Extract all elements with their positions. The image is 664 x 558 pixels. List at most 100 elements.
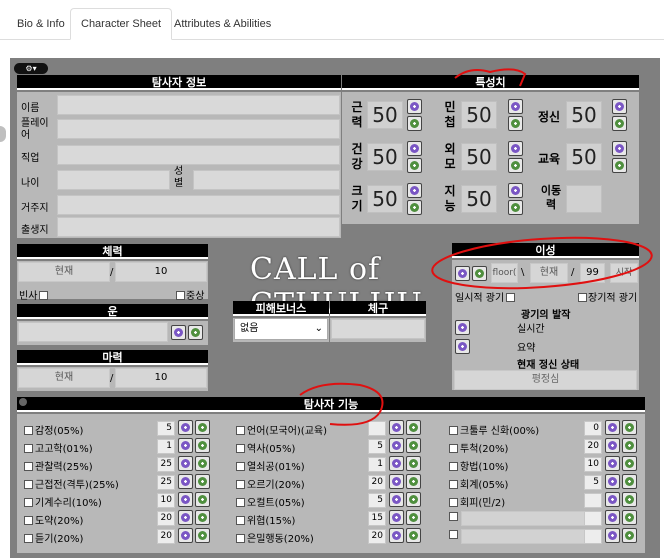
skill-checkbox[interactable]	[449, 480, 458, 489]
skill-value[interactable]	[584, 511, 602, 526]
roll-dice-icon[interactable]	[612, 158, 627, 173]
major-wound-checkbox[interactable]	[176, 291, 185, 300]
skill-checkbox[interactable]	[24, 426, 33, 435]
roll-dice-icon[interactable]	[605, 420, 620, 435]
skill-value[interactable]: 5	[368, 493, 386, 508]
indef-insanity-checkbox[interactable]	[578, 293, 587, 302]
tab-attributes-abilities[interactable]: Attributes & Abilities	[163, 8, 282, 40]
luck-field[interactable]	[18, 322, 168, 342]
skill-checkbox[interactable]	[449, 426, 458, 435]
roll-dice-icon[interactable]	[622, 456, 637, 471]
skill-checkbox[interactable]	[236, 480, 245, 489]
roll-dice-icon[interactable]	[407, 183, 422, 198]
tab-bio-info[interactable]: Bio & Info	[6, 8, 76, 40]
skill-value[interactable]	[368, 421, 386, 436]
skills-toggle-icon[interactable]	[19, 398, 27, 406]
roll-dice-icon[interactable]	[605, 528, 620, 543]
roll-dice-icon[interactable]	[195, 510, 210, 525]
roll-dice-icon[interactable]	[195, 438, 210, 453]
roll-dice-icon[interactable]	[508, 200, 523, 215]
edu-value[interactable]: 50	[566, 143, 602, 171]
skill-checkbox[interactable]	[236, 444, 245, 453]
skill-checkbox[interactable]	[236, 498, 245, 507]
roll-dice-icon[interactable]	[195, 474, 210, 489]
skill-checkbox[interactable]	[449, 530, 458, 539]
roll-dice-icon[interactable]	[178, 474, 193, 489]
skill-checkbox[interactable]	[236, 534, 245, 543]
custom-skill-field[interactable]	[461, 529, 586, 544]
roll-dice-icon[interactable]	[455, 320, 470, 335]
player-field[interactable]	[57, 119, 340, 139]
roll-dice-icon[interactable]	[407, 116, 422, 131]
roll-dice-icon[interactable]	[605, 456, 620, 471]
roll-dice-icon[interactable]	[612, 99, 627, 114]
sanity-max[interactable]: 99	[580, 263, 605, 283]
roll-dice-icon[interactable]	[195, 528, 210, 543]
sanity-start[interactable]: 시작	[610, 263, 638, 283]
mental-state-value[interactable]: 평정심	[454, 370, 637, 390]
temp-insanity-checkbox[interactable]	[506, 293, 516, 302]
roll-dice-icon[interactable]	[389, 438, 404, 453]
skill-checkbox[interactable]	[24, 498, 33, 507]
settings-toggle[interactable]: ⚙▾	[14, 63, 48, 74]
roll-dice-icon[interactable]	[171, 325, 186, 340]
roll-dice-icon[interactable]	[622, 510, 637, 525]
skill-checkbox[interactable]	[24, 534, 33, 543]
roll-dice-icon[interactable]	[407, 158, 422, 173]
roll-dice-icon[interactable]	[195, 456, 210, 471]
skill-checkbox[interactable]	[449, 512, 458, 521]
skill-value[interactable]: 5	[368, 439, 386, 454]
skill-value[interactable]: 20	[368, 529, 386, 544]
roll-dice-icon[interactable]	[622, 528, 637, 543]
roll-dice-icon[interactable]	[406, 456, 421, 471]
roll-dice-icon[interactable]	[406, 420, 421, 435]
roll-dice-icon[interactable]	[406, 510, 421, 525]
roll-dice-icon[interactable]	[508, 99, 523, 114]
roll-dice-icon[interactable]	[178, 438, 193, 453]
hp-current[interactable]: 현재	[18, 262, 110, 282]
roll-dice-icon[interactable]	[407, 141, 422, 156]
hp-max[interactable]: 10	[115, 262, 207, 282]
skill-value[interactable]: 20	[157, 511, 175, 526]
skill-checkbox[interactable]	[236, 462, 245, 471]
skill-value[interactable]: 1	[157, 439, 175, 454]
roll-dice-icon[interactable]	[195, 420, 210, 435]
int-value[interactable]: 50	[461, 185, 497, 213]
skill-checkbox[interactable]	[24, 480, 33, 489]
skill-value[interactable]: 0	[584, 421, 602, 436]
birthplace-field[interactable]	[57, 217, 340, 237]
roll-dice-icon[interactable]	[622, 438, 637, 453]
roll-dice-icon[interactable]	[389, 456, 404, 471]
roll-dice-icon[interactable]	[195, 492, 210, 507]
skill-checkbox[interactable]	[449, 462, 458, 471]
build-field[interactable]	[331, 319, 425, 339]
roll-dice-icon[interactable]	[622, 420, 637, 435]
roll-dice-icon[interactable]	[508, 141, 523, 156]
skill-value[interactable]: 20	[368, 475, 386, 490]
custom-skill-field[interactable]	[461, 511, 586, 526]
skill-value[interactable]: 5	[157, 421, 175, 436]
roll-dice-icon[interactable]	[389, 420, 404, 435]
sanity-floor-field[interactable]: floor(	[491, 263, 518, 283]
roll-dice-icon[interactable]	[178, 528, 193, 543]
skill-value[interactable]: 25	[157, 475, 175, 490]
skill-value[interactable]: 15	[368, 511, 386, 526]
roll-dice-icon[interactable]	[455, 339, 470, 354]
roll-dice-icon[interactable]	[472, 266, 487, 281]
roll-dice-icon[interactable]	[455, 266, 470, 281]
tab-character-sheet[interactable]: Character Sheet	[70, 8, 173, 40]
roll-dice-icon[interactable]	[508, 183, 523, 198]
roll-dice-icon[interactable]	[622, 492, 637, 507]
skill-value[interactable]: 25	[157, 457, 175, 472]
skill-checkbox[interactable]	[24, 444, 33, 453]
residence-field[interactable]	[57, 195, 340, 215]
roll-dice-icon[interactable]	[389, 492, 404, 507]
skill-value[interactable]	[584, 493, 602, 508]
skill-checkbox[interactable]	[449, 444, 458, 453]
sex-field[interactable]	[193, 170, 340, 190]
roll-dice-icon[interactable]	[605, 510, 620, 525]
sanity-current[interactable]: 현재	[530, 263, 568, 283]
dex-value[interactable]: 50	[461, 101, 497, 129]
skill-value[interactable]: 1	[368, 457, 386, 472]
roll-dice-icon[interactable]	[389, 474, 404, 489]
